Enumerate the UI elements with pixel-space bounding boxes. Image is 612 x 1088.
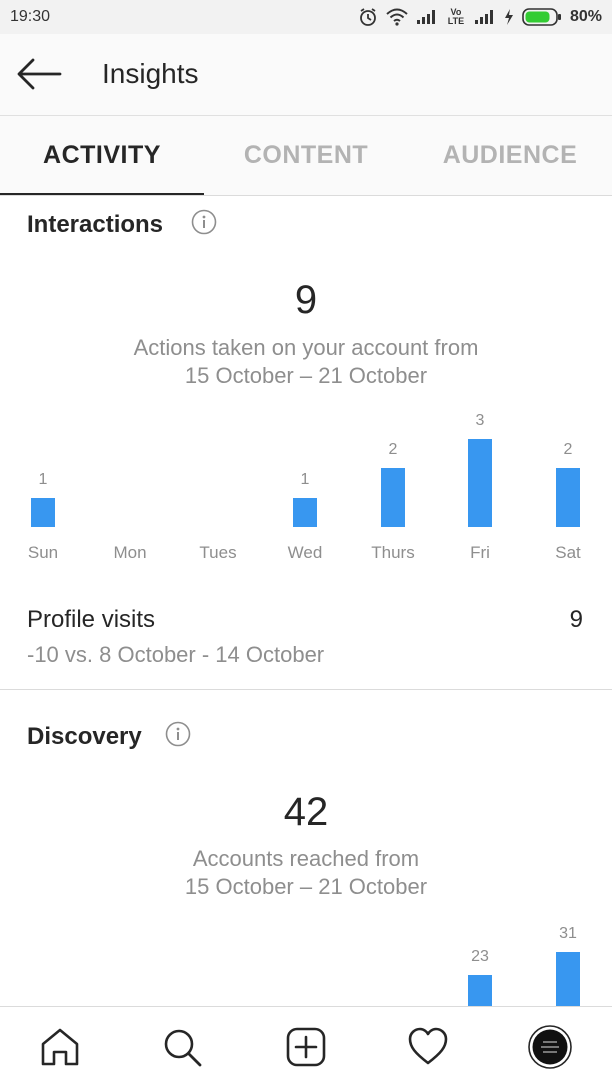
back-button[interactable] xyxy=(16,56,64,96)
app-bar: Insights xyxy=(0,34,612,116)
nav-profile-button[interactable] xyxy=(528,1025,572,1069)
day-label: Mon xyxy=(113,543,146,562)
discovery-chart: 23 31 xyxy=(0,912,612,1006)
battery-icon xyxy=(522,8,561,26)
bar-value-label: 3 xyxy=(476,412,485,429)
bar-value-label: 1 xyxy=(39,471,48,488)
charging-icon xyxy=(504,9,513,25)
tab-audience[interactable]: AUDIENCE xyxy=(408,116,612,195)
discovery-subtitle-line1: Accounts reached from xyxy=(192,846,420,871)
profile-visits-value: 9 xyxy=(569,606,583,633)
status-time: 19:30 xyxy=(10,8,51,25)
interactions-subtitle-line1: Actions taken on your account from xyxy=(133,335,479,360)
bar-value-label: 31 xyxy=(559,925,577,942)
wifi-icon xyxy=(386,8,408,26)
chart-bar xyxy=(468,975,492,1006)
tab-activity[interactable]: ACTIVITY xyxy=(0,116,204,195)
bottom-nav xyxy=(0,1006,612,1088)
signal-icon xyxy=(474,10,493,24)
search-icon xyxy=(164,1029,202,1067)
discovery-chart-svg: 23 31 xyxy=(468,925,580,1006)
chart-bar xyxy=(556,468,580,527)
discovery-title: Discovery xyxy=(27,723,142,750)
day-label: Tues xyxy=(199,543,236,562)
back-arrow-icon xyxy=(17,58,62,90)
page-title: Insights xyxy=(102,58,199,89)
bar-value-label: 2 xyxy=(389,441,398,458)
profile-avatar-icon xyxy=(528,1025,572,1069)
activity-heart-icon xyxy=(408,1027,448,1065)
interactions-subtitle-line2: 15 October – 21 October xyxy=(184,363,428,388)
info-icon[interactable] xyxy=(165,721,191,747)
day-label: Fri xyxy=(470,543,490,562)
alarm-icon xyxy=(360,8,376,26)
tab-content[interactable]: CONTENT xyxy=(204,116,408,195)
chart-bar xyxy=(31,498,55,527)
info-icon[interactable] xyxy=(191,209,217,235)
bar-value-label: 2 xyxy=(564,441,573,458)
bar-value-label: 1 xyxy=(301,471,310,488)
signal-icon xyxy=(416,10,435,24)
nav-add-post-button[interactable] xyxy=(284,1025,328,1069)
volte-icon: Vo LTE xyxy=(447,7,465,26)
interactions-chart: 1 Sun Mon Tues 1 Wed 2 Thurs 3 Fri 2 Sat xyxy=(0,400,612,570)
section-divider xyxy=(0,689,612,690)
day-label: Sun xyxy=(28,543,58,562)
add-post-icon xyxy=(286,1027,326,1067)
tab-bar: ACTIVITY CONTENT AUDIENCE xyxy=(0,116,612,196)
interactions-total: 9 xyxy=(294,278,318,322)
discovery-total: 42 xyxy=(283,790,329,834)
discovery-subtitle-line2: 15 October – 21 October xyxy=(184,874,428,899)
chart-bar xyxy=(381,468,405,527)
day-label: Thurs xyxy=(371,543,414,562)
profile-visits-label: Profile visits xyxy=(27,606,156,633)
chart-bar xyxy=(556,952,580,1006)
home-icon xyxy=(41,1028,79,1066)
active-tab-indicator xyxy=(0,193,204,195)
interactions-title: Interactions xyxy=(27,211,164,238)
nav-activity-button[interactable] xyxy=(406,1025,450,1069)
day-label: Sat xyxy=(555,543,581,562)
bar-value-label: 23 xyxy=(471,948,489,965)
status-icons: Vo LTE 80% xyxy=(358,7,602,27)
nav-search-button[interactable] xyxy=(160,1025,204,1069)
battery-percent: 80% xyxy=(569,8,602,25)
profile-visits-comparison: -10 vs. 8 October - 14 October xyxy=(27,642,325,667)
nav-home-button[interactable] xyxy=(38,1025,82,1069)
interactions-chart-svg: 1 Sun Mon Tues 1 Wed 2 Thurs 3 Fri 2 Sat xyxy=(28,412,581,562)
day-label: Wed xyxy=(288,543,323,562)
chart-bar xyxy=(293,498,317,527)
status-bar: 19:30 Vo LTE 80% xyxy=(0,0,612,34)
chart-bar xyxy=(468,439,492,527)
